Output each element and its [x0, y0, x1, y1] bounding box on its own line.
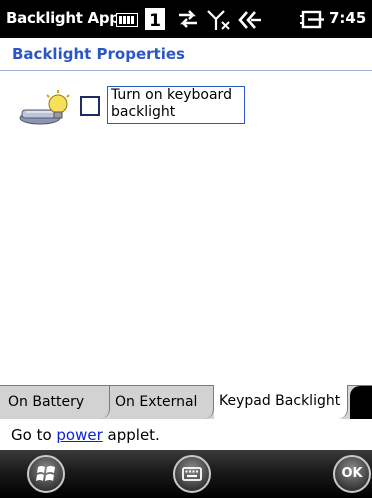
app-title: Backlight App — [6, 9, 120, 27]
keyboard-icon — [182, 467, 202, 481]
power-text-prefix: Go to — [11, 426, 57, 444]
no-signal-icon[interactable] — [207, 9, 231, 31]
tab-on-battery[interactable]: On Battery — [0, 386, 110, 419]
backlight-bulb-icon — [18, 90, 70, 126]
tab-on-external[interactable]: On External — [110, 386, 214, 419]
ok-button[interactable]: OK — [333, 455, 371, 493]
number-badge[interactable]: 1 — [145, 8, 165, 31]
keyboard-backlight-checkbox[interactable] — [80, 96, 100, 116]
badge-number: 1 — [149, 11, 161, 30]
tab-bar-end — [350, 386, 372, 419]
power-applet-link[interactable]: power — [56, 426, 102, 444]
volume-icon[interactable] — [238, 9, 262, 31]
data-connection-icon[interactable] — [177, 9, 199, 31]
page-title: Backlight Properties — [12, 45, 185, 63]
title-bar: Backlight App 1 7:45 — [0, 0, 372, 38]
power-text-suffix: applet. — [102, 426, 160, 444]
power-plug-icon[interactable] — [300, 9, 326, 31]
tab-bar: On Battery On External Keypad Backlight — [0, 385, 372, 419]
power-applet-text: Go to power applet. — [11, 426, 160, 444]
tab-keypad-backlight[interactable]: Keypad Backlight — [214, 385, 348, 419]
keyboard-button[interactable] — [173, 455, 211, 493]
softkey-bar: OK — [0, 450, 372, 498]
clock[interactable]: 7:45 — [329, 9, 366, 27]
windows-start-icon — [36, 466, 55, 481]
keyboard-backlight-label[interactable]: Turn on keyboard backlight — [107, 86, 245, 124]
battery-icon[interactable] — [116, 12, 138, 34]
header-divider — [0, 70, 372, 71]
start-button[interactable] — [27, 455, 65, 493]
ok-button-label: OK — [341, 466, 363, 481]
